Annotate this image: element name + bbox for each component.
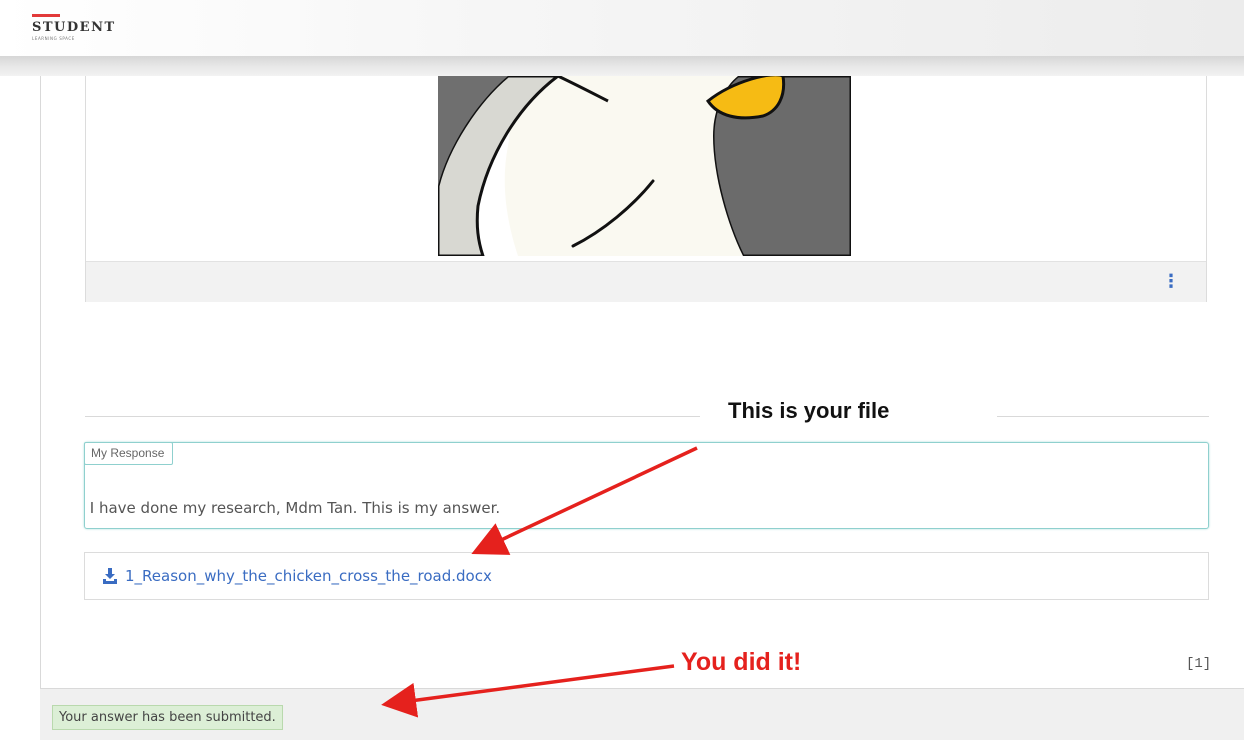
question-score: [1] xyxy=(1186,656,1212,672)
response-label: My Response xyxy=(84,442,174,465)
my-response-box: My Response I have done my research, Mdm… xyxy=(84,442,1209,529)
logo-title: STUDENT xyxy=(32,20,116,35)
image-card-footer: ⋮ xyxy=(86,261,1206,302)
download-icon xyxy=(103,568,117,584)
content-left-border xyxy=(40,76,41,688)
penguin-image xyxy=(438,76,851,256)
header-shadow xyxy=(0,56,1244,76)
student-learning-space-logo[interactable]: STUDENT LEARNING SPACE xyxy=(30,14,120,46)
submission-status-bar: Your answer has been submitted. xyxy=(40,688,1244,740)
image-card: ⋮ xyxy=(85,76,1207,302)
submission-success-message: Your answer has been submitted. xyxy=(52,705,283,730)
annotation-you-did-it: You did it! xyxy=(681,648,802,676)
response-text: I have done my research, Mdm Tan. This i… xyxy=(85,499,500,517)
logo-accent-bar xyxy=(32,14,60,17)
kebab-menu-icon[interactable]: ⋮ xyxy=(1162,273,1180,291)
attachment-box: 1_Reason_why_the_chicken_cross_the_road.… xyxy=(84,552,1209,600)
attachment-download-link[interactable]: 1_Reason_why_the_chicken_cross_the_road.… xyxy=(103,567,492,585)
penguin-illustration xyxy=(438,76,851,256)
section-divider-left xyxy=(85,416,700,417)
response-text-content: I have done my research, Mdm Tan. This i… xyxy=(89,499,501,517)
logo-subtitle: LEARNING SPACE xyxy=(32,36,75,41)
section-divider-right xyxy=(997,416,1209,417)
attachment-filename: 1_Reason_why_the_chicken_cross_the_road.… xyxy=(125,567,492,585)
annotation-this-is-your-file: This is your file xyxy=(728,398,890,423)
app-header: STUDENT LEARNING SPACE xyxy=(0,0,1244,56)
